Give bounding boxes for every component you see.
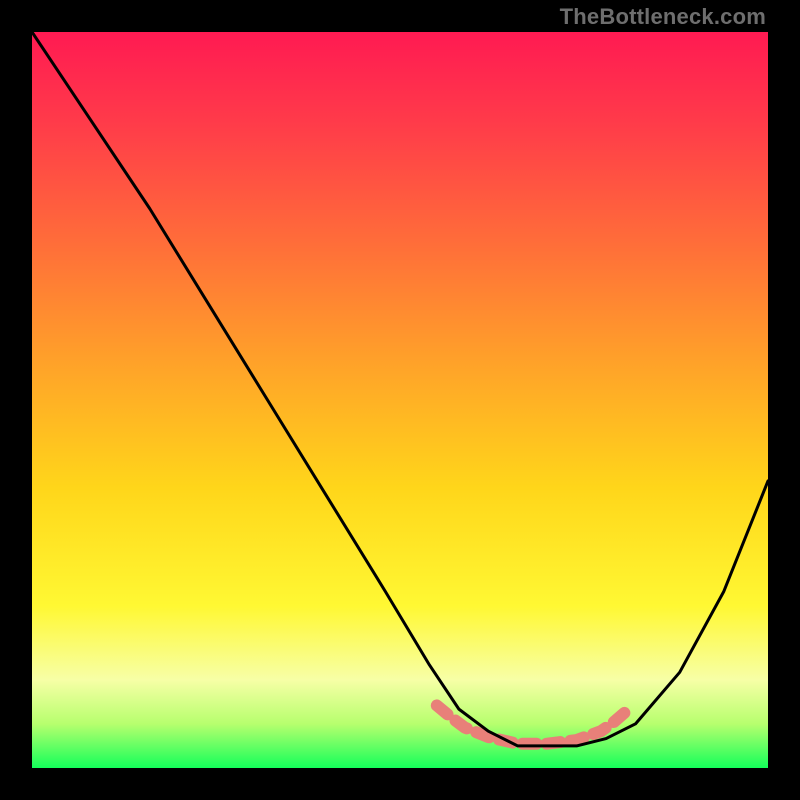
- chart-container: TheBottleneck.com: [0, 0, 800, 800]
- chart-svg: [32, 32, 768, 768]
- bottleneck-curve: [32, 32, 768, 746]
- highlight-band: [437, 705, 625, 743]
- plot-area: [32, 32, 768, 768]
- watermark-text: TheBottleneck.com: [560, 4, 766, 30]
